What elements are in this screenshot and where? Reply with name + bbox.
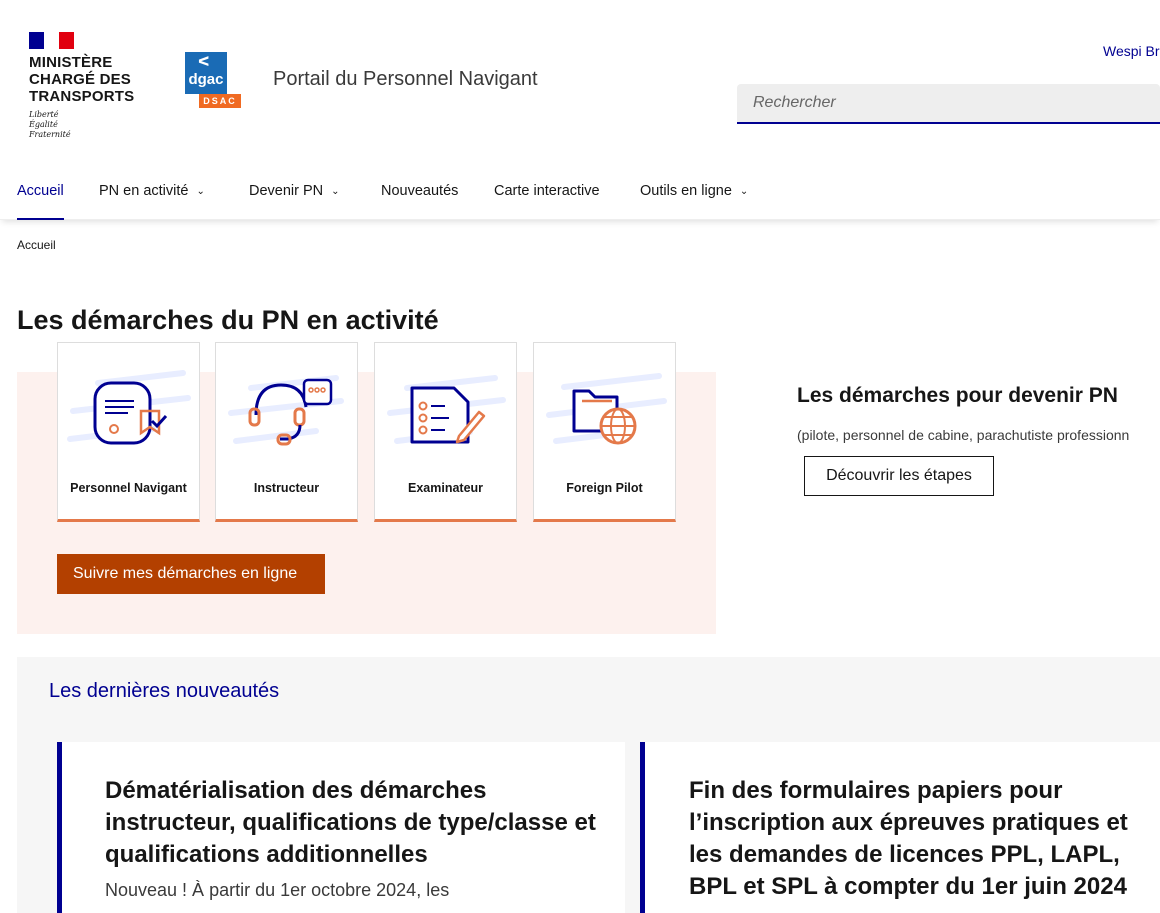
news-title[interactable]: Fin des formulaires papiers pour l’inscr… — [689, 775, 1159, 903]
devenir-pn-title: Les démarches pour devenir PN — [797, 384, 1118, 407]
news-heading: Les dernières nouveautés — [49, 680, 280, 702]
card-foreign-pilot[interactable]: Foreign Pilot — [533, 342, 676, 522]
nav-item-pn-en-activite[interactable]: PN en activité ⌄ — [99, 168, 205, 220]
news-card[interactable]: Fin des formulaires papiers pour l’inscr… — [640, 742, 1160, 913]
discover-steps-button[interactable]: Découvrir les étapes — [804, 456, 994, 496]
main-navigation: Accueil PN en activité ⌄ Devenir PN ⌄ Nouv… — [0, 168, 1160, 220]
pn-activite-title: Les démarches du PN en activité — [17, 305, 439, 335]
chevron-down-icon: ⌄ — [739, 186, 749, 197]
search-bar[interactable] — [737, 84, 1160, 124]
breadcrumb[interactable]: Accueil — [17, 238, 56, 252]
nav-item-nouveautes[interactable]: Nouveautés — [381, 168, 458, 220]
devenir-pn-subtitle: (pilote, personnel de cabine, parachutis… — [797, 427, 1130, 443]
marianne-flag-icon — [29, 32, 74, 49]
nav-item-devenir-pn[interactable]: Devenir PN ⌄ — [249, 168, 340, 220]
card-personnel-navigant[interactable]: Personnel Navigant — [57, 342, 200, 522]
news-title[interactable]: Dématérialisation des démarches instruct… — [105, 775, 605, 871]
bird-icon: ᐸ — [198, 54, 210, 69]
headset-chat-icon — [228, 375, 344, 446]
folder-globe-icon — [546, 373, 667, 445]
news-card[interactable]: Dématérialisation des démarches instruct… — [57, 742, 625, 913]
republic-motto: Liberté Égalité Fraternité — [29, 110, 71, 139]
nav-item-outils-en-ligne[interactable]: Outils en ligne ⌄ — [640, 168, 748, 220]
document-check-icon — [67, 370, 191, 445]
chevron-down-icon: ⌄ — [331, 186, 340, 197]
card-examinateur[interactable]: Examinateur — [374, 342, 517, 522]
search-input[interactable] — [737, 84, 1160, 122]
nav-item-accueil[interactable]: Accueil — [17, 168, 64, 220]
follow-demarches-button[interactable]: Suivre mes démarches en ligne — [57, 554, 325, 594]
news-desc: Nouveau ! À partir du 1er octobre 2024, … — [105, 880, 450, 900]
user-account-link[interactable]: Wespi Br — [1103, 43, 1160, 59]
checklist-pen-icon — [387, 375, 506, 444]
portal-title[interactable]: Portail du Personnel Navigant — [273, 68, 538, 91]
card-instructeur[interactable]: Instructeur — [215, 342, 358, 522]
site-header: MINISTÈRE CHARGÉ DES TRANSPORTS Liberté … — [0, 0, 1160, 160]
nav-item-carte-interactive[interactable]: Carte interactive — [494, 168, 600, 220]
chevron-down-icon: ⌄ — [196, 186, 205, 197]
dgac-logo[interactable]: ᐸ dgac DSAC — [185, 52, 241, 108]
ministry-name[interactable]: MINISTÈRE CHARGÉ DES TRANSPORTS — [29, 54, 134, 105]
